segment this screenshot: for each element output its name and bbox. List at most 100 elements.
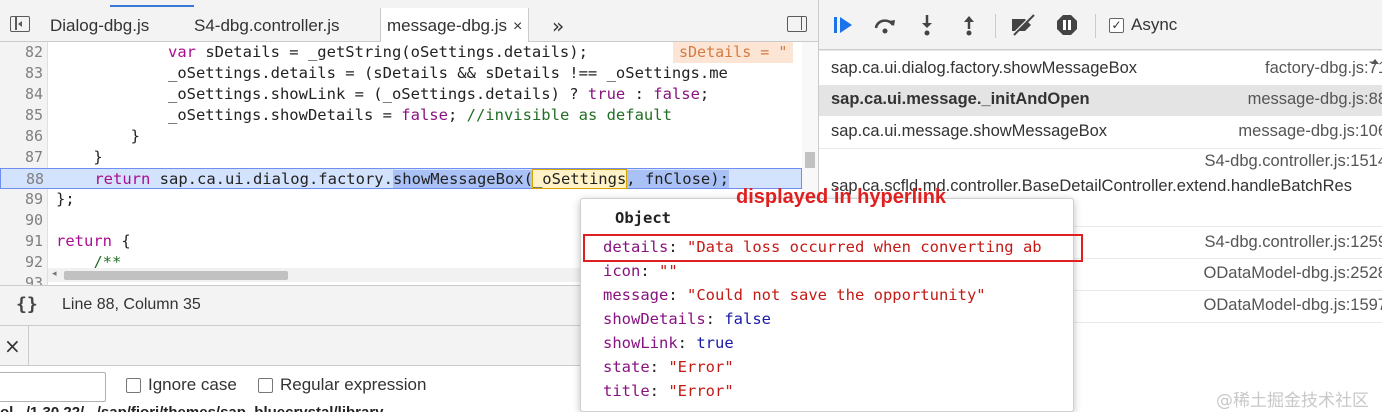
code-text: };	[56, 190, 75, 208]
property-value: false	[724, 310, 771, 328]
object-property-showLink[interactable]: showLink: true	[603, 334, 734, 352]
property-key: message	[603, 286, 669, 304]
call-frame-location[interactable]: S4-dbg.controller.js:1514	[1204, 152, 1382, 171]
line-number[interactable]: 85	[0, 105, 43, 126]
call-frame-location[interactable]: factory-dbg.js:71	[1265, 59, 1382, 78]
call-stack-top-border	[819, 50, 1382, 51]
code-text: _oSettings.showDetails = false; //invisi…	[56, 106, 672, 124]
line-number[interactable]: 88	[1, 169, 44, 190]
debugger-toolbar: ✓ Async	[818, 0, 1382, 50]
drawer-tab-bar: ×	[0, 326, 580, 366]
deactivate-breakpoints-icon[interactable]	[1009, 13, 1037, 37]
call-frame-function: sap.ca.ui.dialog.factory.showMessageBox	[831, 59, 1138, 77]
code-line[interactable]: 83 _oSettings.details = (sDetails && sDe…	[0, 63, 802, 84]
code-text: _oSettings.details = (sDetails && sDetai…	[56, 64, 728, 82]
pause-on-exceptions-icon[interactable]	[1055, 13, 1079, 37]
close-tab-icon[interactable]: ×	[513, 18, 522, 36]
toolbar-separator	[995, 14, 996, 38]
resume-icon[interactable]	[831, 13, 855, 37]
regex-label: Regular expression	[280, 375, 427, 394]
ignore-case-label: Ignore case	[148, 375, 237, 394]
toolbar-separator	[1095, 14, 1096, 38]
line-number[interactable]: 87	[0, 147, 43, 168]
current-execution-line[interactable]: 88 return sap.ca.ui.dialog.factory.showM…	[0, 168, 802, 189]
horizontal-scroll-thumb[interactable]	[64, 271, 288, 280]
line-number[interactable]: 83	[0, 63, 43, 84]
code-text: _oSettings.showLink = (_oSettings.detail…	[56, 85, 710, 103]
property-key: showLink	[603, 334, 678, 352]
step-into-icon[interactable]	[915, 13, 939, 37]
editor-tab-bar: Dialog-dbg.js S4-dbg.controller.js messa…	[0, 0, 818, 43]
code-text: return {	[56, 232, 131, 250]
ignore-case-checkbox[interactable]	[126, 378, 141, 393]
toggle-debugger-pane-icon[interactable]	[787, 16, 807, 32]
highlight-box-annotation	[583, 234, 1083, 262]
code-text: }	[56, 148, 103, 166]
tab-dialog-dbg[interactable]: Dialog-dbg.js	[50, 8, 149, 42]
search-input[interactable]	[0, 372, 106, 402]
object-property-showDetails[interactable]: showDetails: false	[603, 310, 771, 328]
code-line[interactable]: 85 _oSettings.showDetails = false; //inv…	[0, 105, 802, 126]
property-value: true	[696, 334, 734, 352]
drawer-divider	[28, 326, 29, 366]
search-result-path[interactable]: ol.../1.30.22/.../sap/fiori/themes/sap_b…	[0, 404, 395, 412]
object-property-icon[interactable]: icon: ""	[603, 262, 678, 280]
line-number[interactable]: 84	[0, 84, 43, 105]
regex-checkbox[interactable]	[258, 378, 273, 393]
async-label: Async	[1131, 15, 1178, 34]
object-preview-popover[interactable]: Object details: "Data loss occurred when…	[580, 198, 1074, 412]
code-text: return sap.ca.ui.dialog.factory.showMess…	[94, 169, 729, 189]
code-line[interactable]: 87 }	[0, 147, 802, 168]
line-number[interactable]: 86	[0, 126, 43, 147]
object-property-state[interactable]: state: "Error"	[603, 358, 734, 376]
property-key: state	[603, 358, 650, 376]
line-number[interactable]: 92	[0, 252, 43, 273]
more-tabs-chevron-icon[interactable]: »	[552, 14, 564, 38]
tab-hover-indicator	[110, 5, 194, 7]
call-frame-function: sap.ca.ui.message._initAndOpen	[831, 90, 1090, 108]
call-frame-location[interactable]: ODataModel-dbg.js:1597	[1204, 296, 1382, 315]
code-text: var sDetails = _getString(oSettings.deta…	[167, 43, 588, 61]
close-drawer-icon[interactable]: ×	[4, 334, 21, 358]
call-frame-selected[interactable]: sap.ca.ui.message._initAndOpen message-d…	[819, 85, 1382, 116]
property-value: "Error"	[668, 382, 734, 400]
async-checkbox[interactable]: ✓	[1109, 18, 1124, 33]
vertical-scroll-thumb[interactable]	[805, 152, 815, 168]
line-number[interactable]: 89	[0, 189, 43, 210]
call-frame-location[interactable]: message-dbg.js:88	[1248, 90, 1382, 109]
object-property-message[interactable]: message: "Could not save the opportunity…	[603, 286, 986, 304]
call-frame[interactable]: sap.ca.ui.message.showMessageBox message…	[819, 118, 1382, 148]
tab-message-dbg[interactable]: message-dbg.js ×	[380, 8, 530, 43]
step-out-icon[interactable]	[957, 13, 981, 37]
call-frame[interactable]: sap.ca.ui.dialog.factory.showMessageBox …	[819, 56, 1382, 82]
line-number[interactable]: 90	[0, 210, 43, 231]
toggle-navigator-icon[interactable]	[10, 16, 30, 32]
object-property-title[interactable]: title: "Error"	[603, 382, 734, 400]
scroll-left-icon[interactable]: ◂	[52, 269, 57, 279]
call-frame-location[interactable]: ODataModel-dbg.js:2528	[1204, 264, 1382, 283]
tab-label: message-dbg.js	[387, 16, 508, 35]
property-value: "Could not save the opportunity"	[687, 286, 986, 304]
cursor-position: Line 88, Column 35	[62, 296, 201, 313]
watermark: @稀土掘金技术社区	[1216, 391, 1369, 411]
popover-title: Object	[615, 209, 671, 227]
property-key: icon	[603, 262, 641, 280]
step-over-icon[interactable]	[873, 13, 897, 37]
pretty-print-icon[interactable]: {}	[16, 294, 38, 315]
line-number[interactable]: 93	[0, 273, 43, 285]
tab-s4-controller[interactable]: S4-dbg.controller.js	[194, 8, 340, 42]
call-frame-function: sap.ca.ui.message.showMessageBox	[831, 122, 1108, 140]
call-frame-location[interactable]: S4-dbg.controller.js:1259	[1204, 233, 1382, 252]
line-number[interactable]: 91	[0, 231, 43, 252]
code-line[interactable]: 84 _oSettings.showLink = (_oSettings.det…	[0, 84, 802, 105]
tab-label: Dialog-dbg.js	[50, 16, 150, 35]
property-value: "Error"	[668, 358, 734, 376]
code-text: }	[56, 127, 140, 145]
annotation-label: displayed in hyperlink	[736, 186, 947, 208]
inline-value-badge: sDetails = "	[673, 42, 794, 63]
code-line[interactable]: 86 }	[0, 126, 802, 147]
line-number[interactable]: 82	[0, 42, 43, 63]
call-stack-divider	[819, 148, 1382, 149]
property-value: ""	[659, 262, 678, 280]
call-frame-location[interactable]: message-dbg.js:106	[1238, 122, 1382, 141]
